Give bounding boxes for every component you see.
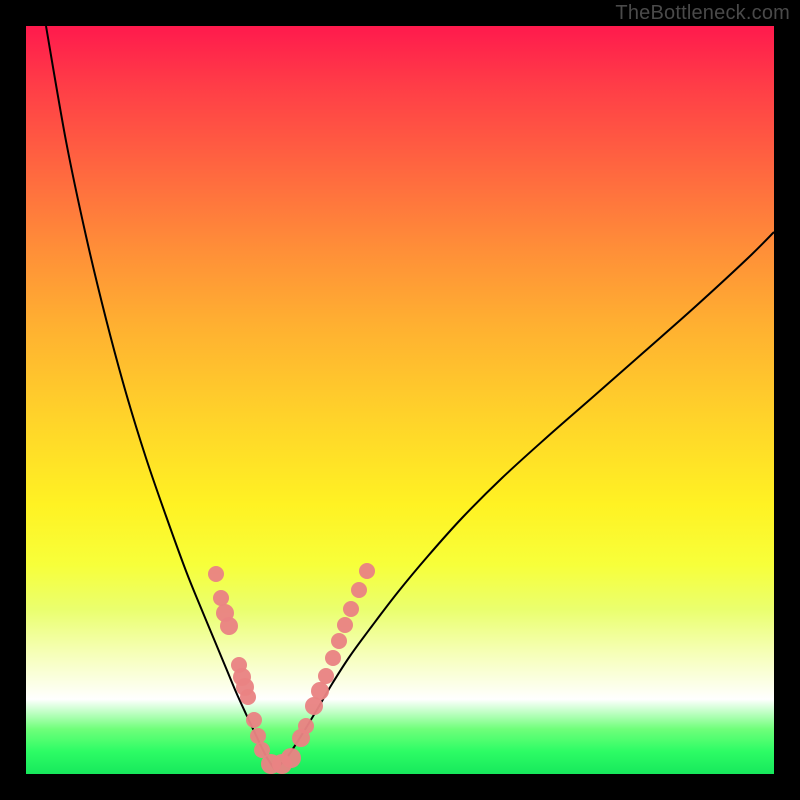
- bead-layer: [208, 563, 375, 774]
- bead-point: [213, 590, 229, 606]
- chart-svg: [26, 26, 774, 774]
- bead-point: [311, 682, 329, 700]
- bead-point: [208, 566, 224, 582]
- watermark-text: TheBottleneck.com: [615, 2, 790, 25]
- bead-point: [246, 712, 262, 728]
- bead-point: [240, 689, 256, 705]
- bead-point: [331, 633, 347, 649]
- curve-right-curve: [275, 232, 774, 770]
- curve-layer: [46, 26, 774, 770]
- bead-point: [351, 582, 367, 598]
- bead-point: [220, 617, 238, 635]
- bead-point: [281, 748, 301, 768]
- plot-area: [26, 26, 774, 774]
- bead-point: [298, 718, 314, 734]
- bead-point: [359, 563, 375, 579]
- chart-frame: TheBottleneck.com: [0, 0, 800, 800]
- bead-point: [318, 668, 334, 684]
- bead-point: [325, 650, 341, 666]
- bead-point: [337, 617, 353, 633]
- bead-point: [250, 728, 266, 744]
- bead-point: [343, 601, 359, 617]
